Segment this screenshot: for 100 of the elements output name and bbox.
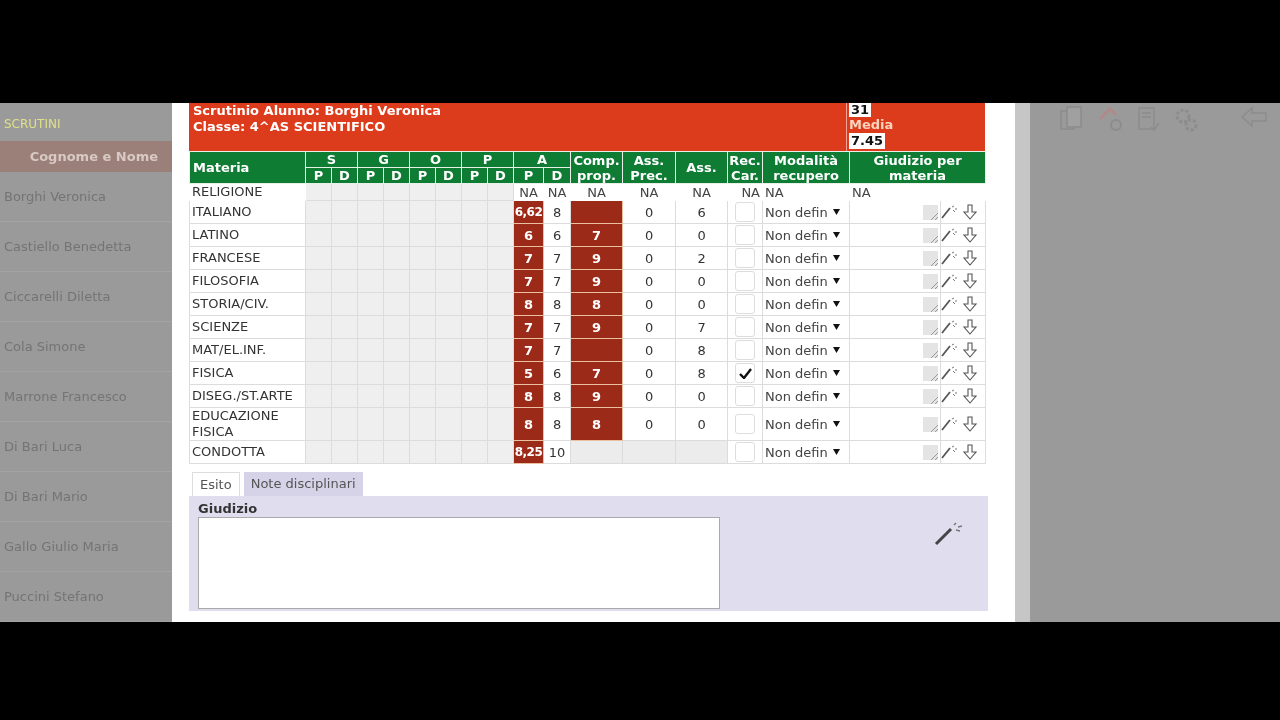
resize-grip-icon[interactable]	[931, 425, 938, 432]
table-cell: 0	[622, 384, 676, 408]
down-arrow-icon[interactable]	[963, 444, 978, 461]
text-field[interactable]	[923, 251, 938, 266]
text-field[interactable]	[923, 228, 938, 243]
resize-grip-icon[interactable]	[931, 374, 938, 381]
column-header: S	[305, 151, 358, 168]
table-cell: 0	[622, 407, 676, 441]
sidebar-title: SCRUTINI	[3, 116, 62, 131]
resize-grip-icon[interactable]	[931, 328, 938, 335]
wand-icon[interactable]	[941, 417, 959, 432]
checkmark-icon	[738, 367, 752, 379]
checkbox[interactable]	[735, 340, 755, 360]
column-header: Modalità recupero	[762, 151, 850, 184]
down-arrow-icon[interactable]	[963, 416, 978, 433]
column-header: Ass.	[675, 151, 728, 184]
caret-icon	[832, 421, 840, 427]
text-field[interactable]	[923, 343, 938, 358]
text-field[interactable]	[923, 297, 938, 312]
caret-icon	[832, 278, 840, 284]
column-header: O	[409, 151, 462, 168]
resize-grip-icon[interactable]	[931, 259, 938, 266]
table-cell: 0	[622, 338, 676, 362]
table-cell: 7	[543, 246, 571, 270]
resize-grip-icon[interactable]	[931, 305, 938, 312]
wand-icon[interactable]	[941, 389, 959, 404]
checkbox[interactable]	[735, 414, 755, 434]
checkbox[interactable]	[735, 294, 755, 314]
checkbox[interactable]	[735, 202, 755, 222]
caret-icon	[832, 301, 840, 307]
down-arrow-icon[interactable]	[963, 319, 978, 336]
table-cell: 6	[675, 200, 728, 224]
text-field[interactable]	[923, 366, 938, 381]
table-cell: 8	[543, 407, 571, 441]
tab[interactable]: Note disciplinari	[243, 472, 363, 496]
resize-grip-icon[interactable]	[931, 453, 938, 460]
table-cell: 0	[622, 223, 676, 247]
table-cell: 0	[622, 246, 676, 270]
text-field[interactable]	[923, 320, 938, 335]
caret-icon	[832, 255, 840, 261]
down-arrow-icon[interactable]	[963, 250, 978, 267]
table-cell: 8	[675, 361, 728, 385]
checkbox[interactable]	[735, 271, 755, 291]
column-header: Cognome e Nome	[0, 141, 172, 172]
caret-icon	[832, 393, 840, 399]
table-cell: 0	[675, 407, 728, 441]
wand-icon[interactable]	[941, 251, 959, 266]
column-header: Comp. prop.	[570, 151, 623, 184]
checkbox[interactable]	[735, 225, 755, 245]
text-field[interactable]	[923, 389, 938, 404]
wand-icon[interactable]	[941, 366, 959, 381]
subject-cell: SCIENZE	[189, 315, 306, 339]
checkbox[interactable]	[735, 248, 755, 268]
down-arrow-icon[interactable]	[963, 296, 978, 313]
down-arrow-icon[interactable]	[963, 388, 978, 405]
table-cell: 2	[675, 246, 728, 270]
wand-icon[interactable]	[934, 522, 964, 546]
caret-icon	[832, 232, 840, 238]
caret-icon	[832, 347, 840, 353]
checkbox[interactable]	[735, 317, 755, 337]
down-arrow-icon[interactable]	[963, 273, 978, 290]
down-arrow-icon[interactable]	[963, 342, 978, 359]
text-field[interactable]	[923, 417, 938, 432]
checkbox[interactable]	[735, 442, 755, 462]
student-name: Scrutinio Alunno: Borghi Veronica	[193, 103, 441, 119]
table-cell: 0	[622, 361, 676, 385]
text-field[interactable]	[923, 205, 938, 220]
table-cell: 0	[675, 292, 728, 316]
checkbox[interactable]	[735, 363, 755, 383]
column-header: Ass. Prec.	[622, 151, 676, 184]
text-area[interactable]	[198, 517, 720, 609]
wand-icon[interactable]	[941, 343, 959, 358]
table-cell: 0	[622, 269, 676, 293]
down-arrow-icon[interactable]	[963, 365, 978, 382]
table-cell: 0	[675, 223, 728, 247]
resize-grip-icon[interactable]	[931, 397, 938, 404]
resize-grip-icon[interactable]	[931, 282, 938, 289]
down-arrow-icon[interactable]	[963, 227, 978, 244]
caret-icon	[832, 370, 840, 376]
wand-icon[interactable]	[941, 445, 959, 460]
subject-cell: FISICA	[189, 361, 306, 385]
wand-icon[interactable]	[941, 320, 959, 335]
resize-grip-icon[interactable]	[931, 236, 938, 243]
checkbox[interactable]	[735, 386, 755, 406]
resize-grip-icon[interactable]	[931, 351, 938, 358]
wand-icon[interactable]	[941, 274, 959, 289]
down-arrow-icon[interactable]	[963, 204, 978, 221]
resize-grip-icon[interactable]	[931, 213, 938, 220]
column-header: A	[513, 151, 571, 168]
subject-cell: DISEG./ST.ARTE	[189, 384, 306, 408]
tab[interactable]: Esito	[192, 472, 240, 496]
wand-icon[interactable]	[941, 297, 959, 312]
caret-icon	[832, 449, 840, 455]
wand-icon[interactable]	[941, 205, 959, 220]
text-field[interactable]	[923, 274, 938, 289]
text-field[interactable]	[923, 445, 938, 460]
subject-cell: FILOSOFIA	[189, 269, 306, 293]
table-cell: 8	[543, 384, 571, 408]
table-cell: 10	[543, 440, 571, 464]
wand-icon[interactable]	[941, 228, 959, 243]
